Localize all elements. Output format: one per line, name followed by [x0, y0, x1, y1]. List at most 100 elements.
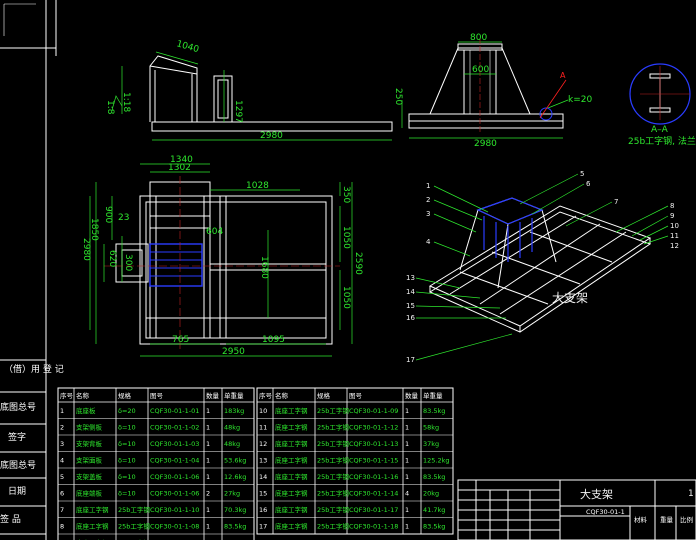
left-table-cell-drawing: CQF30-01-1-06 [150, 473, 199, 481]
left-table-header-4: 数量 [206, 391, 220, 400]
right-table-cell-drawing: CQF30-01-1-13 [349, 440, 398, 448]
right-table-cell-qty: 1 [405, 473, 409, 481]
left-table-cell-no: 6 [60, 490, 64, 498]
callout-6: 6 [586, 180, 591, 188]
left-table-cell-spec: δ=10 [118, 440, 136, 448]
dim-600: 600 [472, 65, 489, 75]
left-table-cell-spec: δ=20 [118, 407, 136, 415]
right-table-cell-no: 12 [259, 440, 267, 448]
right-table-cell-weight: 83.5kg [423, 407, 445, 415]
side-row-product: 签 品 [0, 513, 21, 525]
left-table-cell-no: 1 [60, 407, 64, 415]
left-table-cell-no: 5 [60, 473, 64, 481]
right-table-cell-name: 底座工字钢 [275, 472, 308, 481]
right-table-cell-no: 15 [259, 490, 267, 498]
right-table-cell-no: 14 [259, 473, 267, 481]
material-label: 材料 [634, 515, 648, 524]
left-table-cell-weight: 12.6kg [224, 473, 246, 481]
dim-1050-bottom: 1050 [341, 286, 351, 309]
side-row-register: （借）用 登 记 [4, 363, 64, 375]
left-table-cell-qty: 1 [206, 440, 210, 448]
left-table-cell-spec: δ=10 [118, 490, 136, 498]
callout-10: 10 [670, 222, 679, 230]
right-table-cell-name: 底座工字钢 [275, 505, 308, 514]
dim-2590: 2590 [353, 252, 363, 275]
right-table-header-2: 规格 [317, 391, 331, 400]
right-table-cell-qty: 1 [405, 457, 409, 465]
left-table-cell-weight: 83.5kg [224, 523, 246, 531]
dim-765: 765 [172, 335, 189, 345]
callout-8: 8 [670, 202, 674, 210]
drawing-number: CQF30-01-1 [586, 508, 625, 516]
dim-2980-side: 2980 [474, 139, 497, 149]
side-row-base-no: 底图总号 [0, 401, 36, 413]
right-table-cell-weight: 58kg [423, 424, 439, 432]
weight-label: 重量 [660, 516, 674, 524]
cad-drawing: 1040 1297 2980 1:18 1:8 800 600 250 2980… [0, 0, 696, 540]
slope-1-8: 1:8 [105, 100, 115, 115]
sheet-number: 1 [688, 489, 694, 499]
side-note: k=20 [568, 95, 592, 105]
left-table-cell-qty: 2 [206, 490, 210, 498]
left-table-cell-spec: 25b工字钢 [118, 522, 150, 531]
right-table-cell-drawing: CQF30-01-1-12 [349, 424, 398, 432]
right-table-header-0: 序号 [259, 391, 273, 400]
side-row-date: 日期 [8, 486, 26, 497]
dim-604: 604 [206, 227, 223, 237]
callout-15: 15 [406, 302, 415, 310]
left-table-cell-qty: 1 [206, 424, 210, 432]
dim-23: 23 [118, 213, 129, 223]
callout-7: 7 [614, 198, 618, 206]
right-table-cell-no: 17 [259, 523, 267, 531]
dim-1297: 1297 [233, 100, 243, 123]
left-table-cell-weight: 48kg [224, 440, 240, 448]
left-table-cell-no: 3 [60, 440, 64, 448]
left-table-cell-weight: 27kg [224, 490, 240, 498]
left-table-cell-drawing: CQF30-01-1-06 [150, 490, 199, 498]
left-table-cell-spec: δ=10 [118, 473, 136, 481]
right-table-cell-name: 底座工字钢 [275, 522, 308, 531]
left-table-cell-qty: 1 [206, 457, 210, 465]
parts-table-right: 序号 名称 规格 图号 数量 单重量10 底座工字钢 25b工字钢 CQF30-01-1-09 1… [256, 387, 454, 535]
slope-1-18: 1:18 [121, 92, 131, 112]
right-table-cell-qty: 1 [405, 523, 409, 531]
left-table-header-2: 规格 [118, 391, 132, 400]
callout-16: 16 [406, 314, 415, 322]
side-row-base-no-2: 底图总号 [0, 459, 36, 471]
dim-2980-plan: 2980 [81, 238, 91, 261]
left-table-cell-drawing: CQF30-01-1-03 [150, 440, 199, 448]
section-callout: A [560, 71, 566, 80]
right-table-cell-drawing: CQF30-01-1-16 [349, 473, 398, 481]
left-table-cell-drawing: CQF30-01-1-02 [150, 424, 199, 432]
right-table-cell-qty: 4 [405, 490, 409, 498]
left-table-header-1: 名称 [76, 391, 90, 400]
right-table-cell-spec: 25b工字钢 [317, 472, 349, 481]
left-table-cell-drawing: CQF30-01-1-10 [150, 506, 199, 514]
right-table-cell-weight: 125.2kg [423, 457, 450, 465]
dim-1095: 1095 [262, 335, 285, 345]
right-table-cell-qty: 1 [405, 506, 409, 514]
title-text: 大支架 [580, 487, 613, 501]
right-table-cell-drawing: CQF30-01-1-14 [349, 490, 398, 498]
left-table-cell-no: 4 [60, 457, 64, 465]
left-table-cell-no: 7 [60, 506, 64, 514]
right-table-cell-weight: 20kg [423, 490, 439, 498]
right-table-cell-no: 16 [259, 506, 267, 514]
left-table-cell-qty: 1 [206, 473, 210, 481]
dim-1302: 1302 [168, 163, 191, 173]
callout-5: 5 [580, 170, 584, 178]
right-table-header-3: 图号 [349, 392, 363, 400]
left-table-cell-spec: δ=10 [118, 424, 136, 432]
right-table-cell-spec: 25b工字钢 [317, 423, 349, 432]
right-table-header-4: 数量 [405, 391, 419, 400]
left-table-cell-name: 支架侧板 [76, 423, 103, 432]
dim-1050-top: 1050 [341, 226, 351, 249]
callout-2: 2 [426, 196, 430, 204]
right-table-cell-qty: 1 [405, 407, 409, 415]
right-table-cell-spec: 25b工字钢 [317, 456, 349, 465]
parts-table-left: 序号 名称 规格 图号 数量 单重量 1 底座板 δ=20 CQF30-01-1-01 1 183kg… [57, 387, 255, 540]
side-row-sign: 签字 [8, 431, 26, 443]
right-table-cell-spec: 25b工字钢 [317, 439, 349, 448]
right-table-cell-weight: 37kg [423, 440, 439, 448]
right-table-cell-weight: 41.7kg [423, 506, 445, 514]
